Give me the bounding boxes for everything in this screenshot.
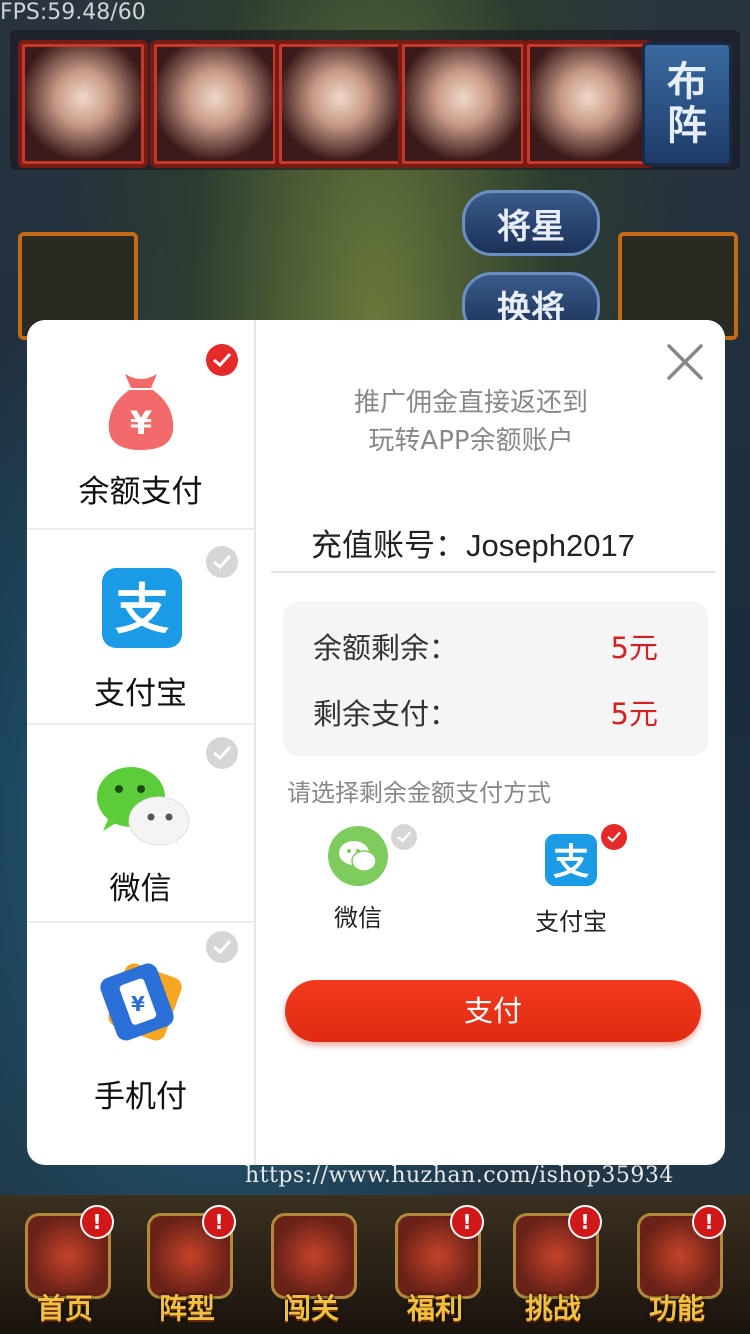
nav-formation[interactable]: ! 阵型 xyxy=(132,1205,242,1325)
remaining-value: 5元 xyxy=(610,697,658,731)
method-mobile[interactable]: ¥ 手机付 xyxy=(27,923,254,1165)
payment-method-list: ¥ 余额支付 支 支付宝 微信 ¥ 手机付 xyxy=(27,320,256,1165)
alert-badge: ! xyxy=(80,1205,114,1239)
jiangxing-button[interactable]: 将星 xyxy=(462,190,600,256)
alert-badge: ! xyxy=(202,1205,236,1239)
wechat-icon xyxy=(328,826,388,886)
hero-portrait-4[interactable] xyxy=(398,40,528,168)
fps-counter: FPS:59.48/60 xyxy=(0,0,146,25)
method-label: 余额支付 xyxy=(78,474,203,510)
nav-home[interactable]: ! 首页 xyxy=(10,1205,120,1325)
alert-badge: ! xyxy=(450,1205,484,1239)
selected-check-icon xyxy=(206,344,238,376)
account-value: Joseph2017 xyxy=(466,528,635,563)
balance-bag-icon: ¥ xyxy=(105,370,177,452)
selected-check-icon xyxy=(601,824,627,850)
method-alipay[interactable]: 支 支付宝 xyxy=(27,530,254,725)
method-balance[interactable]: ¥ 余额支付 xyxy=(27,320,254,530)
nav-label: 福利 xyxy=(406,1292,463,1325)
formation-button[interactable]: 布 阵 xyxy=(642,42,732,166)
close-icon[interactable] xyxy=(663,340,707,384)
nav-label: 阵型 xyxy=(158,1292,215,1325)
svg-text:支: 支 xyxy=(115,578,169,641)
hero-portrait-1[interactable] xyxy=(18,40,148,168)
balance-value: 5元 xyxy=(610,631,658,665)
remaining-label: 剩余支付： xyxy=(313,697,459,731)
hero-portrait-5[interactable] xyxy=(523,40,653,168)
unselected-check-icon xyxy=(206,546,238,578)
unselected-check-icon xyxy=(391,824,417,850)
sub-method-alipay[interactable]: 支 支付宝 xyxy=(535,824,649,936)
hero-portrait-2[interactable] xyxy=(150,40,280,168)
svg-text:支: 支 xyxy=(553,842,589,883)
nav-label: 闯关 xyxy=(282,1292,339,1325)
balance-label: 余额剩余： xyxy=(313,631,459,665)
method-label: 支付宝 xyxy=(94,676,187,712)
nav-label: 挑战 xyxy=(524,1292,581,1325)
promo-text-line2: 玩转APP余额账户 xyxy=(368,426,574,456)
nav-label: 首页 xyxy=(36,1292,93,1325)
svg-text:¥: ¥ xyxy=(130,404,152,442)
amount-summary: 余额剩余： 5元 剩余支付： 5元 xyxy=(283,601,708,756)
alert-badge: ! xyxy=(692,1205,726,1239)
pay-button[interactable]: 支付 xyxy=(285,980,701,1042)
unselected-check-icon xyxy=(206,737,238,769)
formation-label-top: 布 xyxy=(667,58,707,105)
account-label: 充值账号： xyxy=(311,528,466,563)
alert-badge: ! xyxy=(568,1205,602,1239)
alipay-icon: 支 xyxy=(102,568,182,648)
mobile-pay-icon: ¥ xyxy=(97,959,187,1049)
watermark-url: https://www.huzhan.com/ishop35934 xyxy=(245,1163,674,1188)
method-label: 微信 xyxy=(109,871,172,907)
method-label: 手机付 xyxy=(94,1079,187,1115)
nav-label: 功能 xyxy=(648,1292,705,1325)
nav-welfare[interactable]: ! 福利 xyxy=(380,1205,490,1325)
choose-method-hint: 请选择剩余金额支付方式 xyxy=(287,779,551,807)
sub-method-label: 支付宝 xyxy=(535,908,607,936)
payment-detail-panel: 推广佣金直接返还到 玩转APP余额账户 充值账号：Joseph2017 余额剩余… xyxy=(271,320,725,1165)
sub-method-label: 微信 xyxy=(334,904,382,932)
nav-functions[interactable]: ! 功能 xyxy=(622,1205,732,1325)
alipay-icon: 支 xyxy=(545,834,597,886)
formation-label-bottom: 阵 xyxy=(667,102,707,149)
account-row: 充值账号：Joseph2017 xyxy=(311,520,635,565)
unselected-check-icon xyxy=(206,931,238,963)
sub-method-wechat[interactable]: 微信 xyxy=(325,824,435,932)
method-wechat[interactable]: 微信 xyxy=(27,725,254,923)
hero-portrait-3[interactable] xyxy=(275,40,405,168)
payment-dialog: ¥ 余额支付 支 支付宝 微信 ¥ 手机付 推广佣金直接返还到 玩转APP余额账… xyxy=(27,320,725,1165)
nav-challenge[interactable]: ! 挑战 xyxy=(498,1205,608,1325)
promo-text-line1: 推广佣金直接返还到 xyxy=(353,388,588,418)
wechat-icon xyxy=(95,765,191,849)
divider xyxy=(271,571,715,573)
svg-text:¥: ¥ xyxy=(131,992,145,1016)
nav-stages[interactable]: 闯关 xyxy=(256,1205,366,1325)
